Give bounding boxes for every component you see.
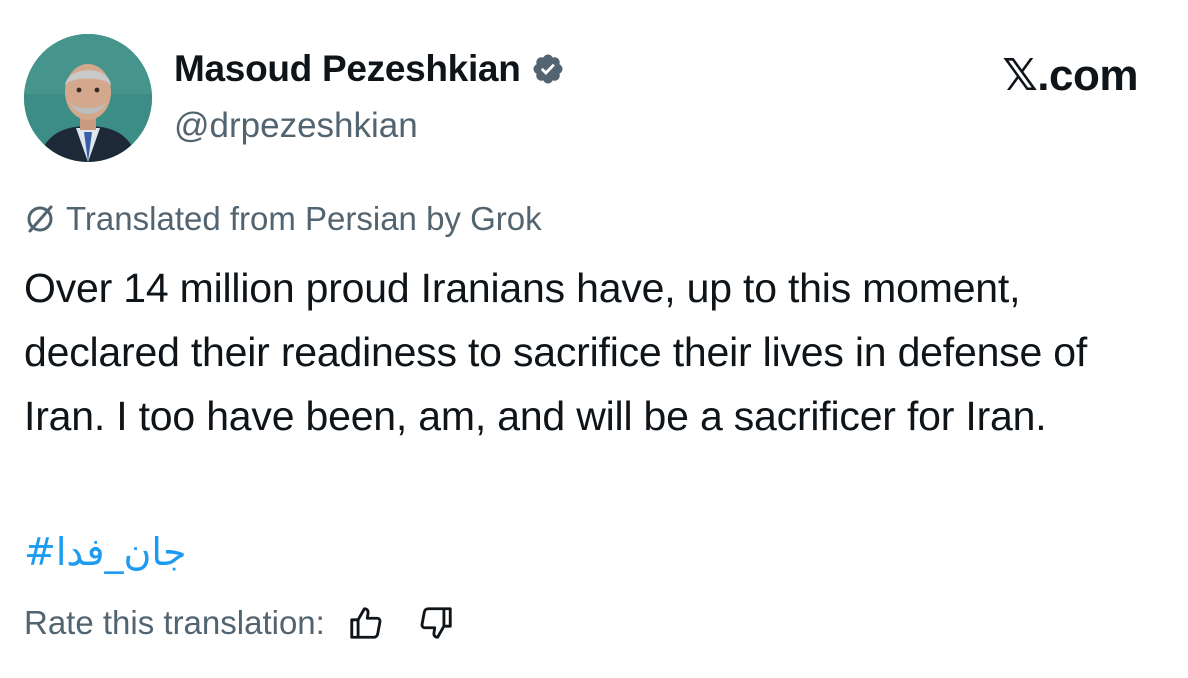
author-display-name[interactable]: Masoud Pezeshkian	[174, 48, 521, 90]
grok-slash-icon	[24, 203, 56, 235]
avatar[interactable]	[24, 34, 152, 162]
post-card: Masoud Pezeshkian @drpezeshkian 𝕏.com Tr…	[0, 0, 1188, 678]
translation-notice: Translated from Persian by Grok	[24, 200, 542, 238]
rate-translation-row: Rate this translation:	[24, 604, 455, 642]
author-name-row: Masoud Pezeshkian	[174, 48, 565, 90]
thumbs-up-icon[interactable]	[347, 604, 385, 642]
translation-notice-text: Translated from Persian by Grok	[66, 200, 542, 237]
thumbs-down-icon[interactable]	[417, 604, 455, 642]
author-handle[interactable]: @drpezeshkian	[174, 106, 418, 146]
hashtag-link[interactable]: #جان_فدا	[24, 530, 187, 574]
rate-translation-label: Rate this translation:	[24, 604, 325, 641]
verified-badge-icon[interactable]	[531, 52, 565, 86]
post-text: Over 14 million proud Iranians have, up …	[24, 265, 1088, 439]
x-com-brand: 𝕏.com	[1002, 51, 1138, 100]
avatar-image	[24, 34, 152, 162]
